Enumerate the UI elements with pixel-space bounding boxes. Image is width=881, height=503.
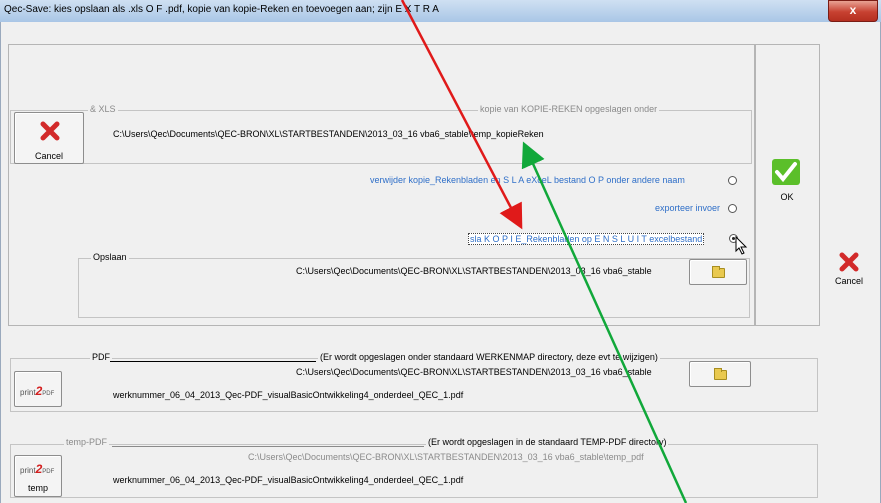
red-annotation-arrow <box>400 0 523 230</box>
annotation-arrows <box>400 0 688 503</box>
green-annotation-arrow <box>521 141 688 503</box>
